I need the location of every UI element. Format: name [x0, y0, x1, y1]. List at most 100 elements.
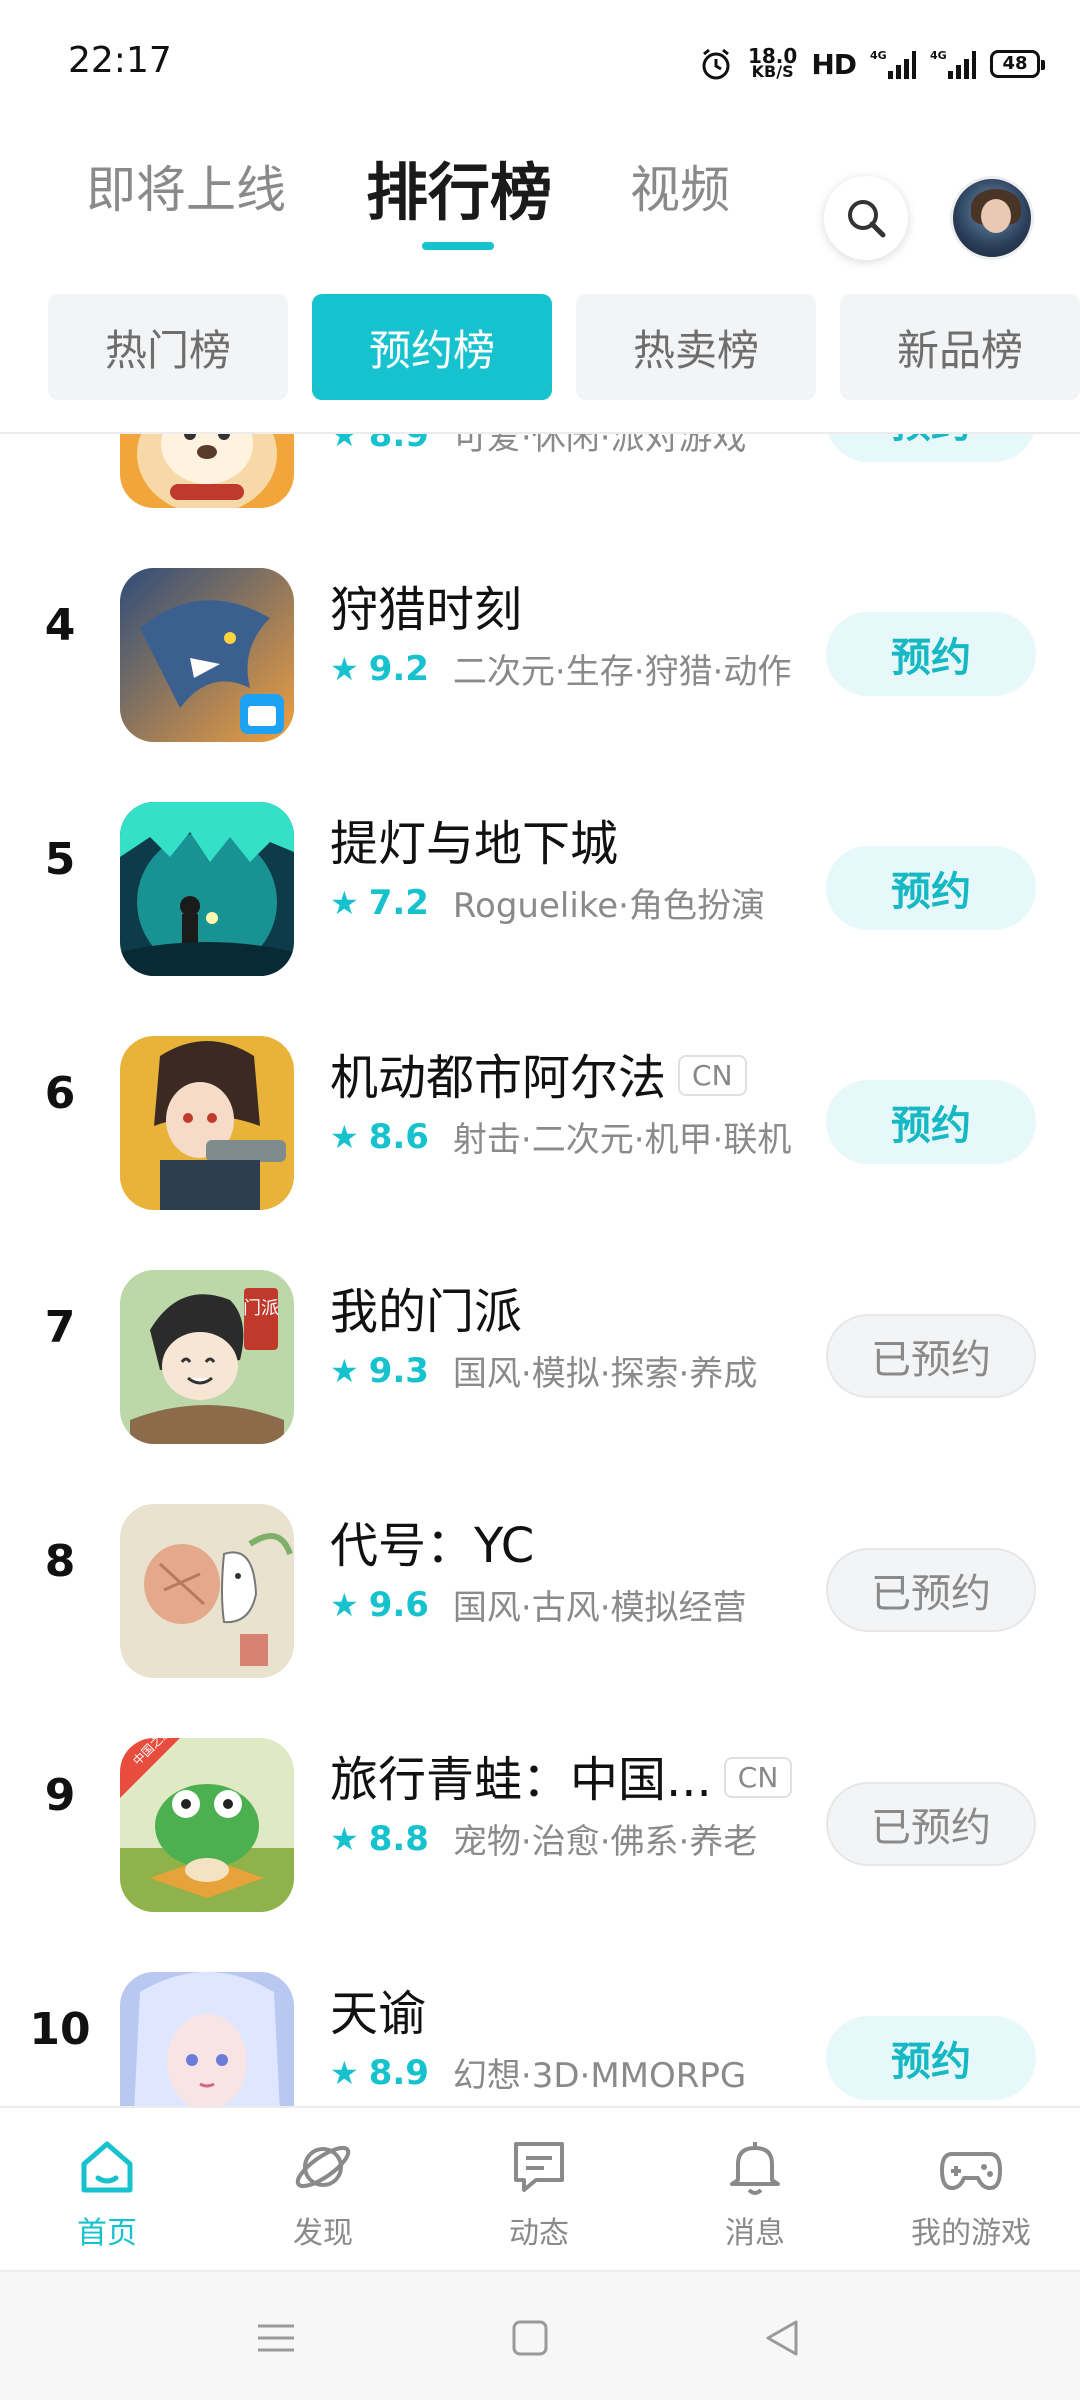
star-icon: ★: [330, 2053, 359, 2092]
game-icon: [120, 434, 294, 508]
game-score: 7.2: [368, 882, 429, 923]
game-meta: ★ 8.9 可爱·休闲·派对游戏: [330, 434, 747, 459]
user-avatar[interactable]: [950, 176, 1034, 260]
game-score: 8.9: [368, 2052, 429, 2093]
list-item[interactable]: 9 中国之旅 旅行青蛙：中国... CN ★ 8.8 宠物·治愈·佛系·养老 已预…: [0, 1678, 1080, 1912]
game-meta: ★ 9.6 国风·古风·模拟经营: [330, 1580, 747, 1629]
game-ranking-list[interactable]: 3 ★ 8.9 可爱·休闲·派对游戏 预约 4: [0, 434, 1080, 2106]
icon-text: 门派: [243, 1298, 279, 1319]
chat-icon: [514, 2142, 564, 2192]
game-icon: [120, 568, 294, 742]
alarm-icon: [702, 48, 730, 80]
game-tags: 可爱·休闲·派对游戏: [452, 434, 747, 458]
nav-discover[interactable]: 发现: [248, 2134, 398, 2252]
star-icon: ★: [330, 649, 359, 688]
rank-number: 8: [44, 1536, 76, 1587]
status-time: 22:17: [68, 40, 172, 81]
top-tab-bar: 即将上线 排行榜 视频: [0, 130, 1080, 270]
rank-number: 9: [44, 1770, 76, 1821]
chip-hot[interactable]: 热门榜: [48, 294, 288, 400]
ranking-type-tabs: 热门榜 预约榜 热卖榜 新品榜: [0, 292, 1080, 402]
network-speed: 18.0 KB/S: [747, 44, 798, 81]
list-item[interactable]: 5 提灯与地下城 ★ 7.2 Roguelike·角色扮演 预约: [0, 742, 1080, 976]
planet-icon: [295, 2145, 351, 2189]
system-navigation-bar: [0, 2270, 1080, 2400]
game-icon: 中国之旅: [120, 1738, 294, 1912]
game-name: 狩猎时刻: [330, 582, 523, 638]
game-meta: ★ 8.8 宠物·治愈·佛系·养老: [330, 1814, 757, 1863]
rank-number: 7: [44, 1302, 76, 1353]
game-score: 9.3: [368, 1350, 429, 1391]
chip-reservation[interactable]: 预约榜: [312, 294, 552, 400]
active-tab-indicator: [422, 242, 494, 250]
star-icon: ★: [330, 1351, 359, 1390]
chip-new[interactable]: 新品榜: [840, 294, 1080, 400]
back-icon[interactable]: [762, 2318, 802, 2358]
game-name: 提灯与地下城: [330, 816, 619, 872]
svg-text:4G: 4G: [870, 49, 887, 62]
rank-number: 6: [44, 1068, 76, 1119]
reserved-button[interactable]: 已预约: [826, 1314, 1036, 1398]
game-meta: ★ 8.6 射击·二次元·机甲·联机: [330, 1112, 791, 1161]
svg-text:4G: 4G: [930, 49, 947, 62]
tab-video[interactable]: 视频: [630, 150, 730, 222]
signal-4g-icon-2: 4G: [930, 49, 976, 79]
game-meta: ★ 9.3 国风·模拟·探索·养成: [330, 1346, 757, 1395]
rank-number: 5: [44, 834, 76, 885]
signal-4g-icon: 4G: [870, 49, 916, 79]
cn-tag: CN: [723, 1756, 793, 1798]
status-bar: 22:17 18.0 KB/S HD 4G 4G 48: [0, 0, 1080, 120]
hd-indicator: HD: [811, 47, 857, 81]
reserve-button[interactable]: 预约: [826, 2016, 1036, 2100]
tab-upcoming[interactable]: 即将上线: [86, 150, 286, 222]
bottom-navigation: 首页 发现 动态 消息 我的游戏: [0, 2106, 1080, 2270]
list-item[interactable]: 6 机动都市阿尔法 CN ★ 8.6 射击·二次元·机甲·联机 预约: [0, 976, 1080, 1210]
reserve-button[interactable]: 预约: [826, 612, 1036, 696]
game-tags: 幻想·3D·MMORPG: [452, 2056, 747, 2096]
tab-ranking[interactable]: 排行榜: [366, 142, 552, 232]
star-icon: ★: [330, 1117, 359, 1156]
chip-bestselling[interactable]: 热卖榜: [576, 294, 816, 400]
star-icon: ★: [330, 1819, 359, 1858]
game-tags: 国风·模拟·探索·养成: [452, 1354, 758, 1394]
menu-icon[interactable]: [254, 2318, 298, 2358]
reserved-button[interactable]: 已预约: [826, 1782, 1036, 1866]
game-name: 天谕: [330, 1986, 427, 2042]
nav-messages[interactable]: 消息: [680, 2134, 830, 2252]
game-tags: 二次元·生存·狩猎·动作: [452, 652, 792, 692]
game-score: 8.9: [368, 434, 429, 455]
game-name: 代号：YC: [330, 1518, 535, 1574]
game-tags: 射击·二次元·机甲·联机: [452, 1120, 792, 1160]
reserve-button[interactable]: 预约: [826, 846, 1036, 930]
game-icon: [120, 802, 294, 976]
star-icon: ★: [330, 434, 359, 454]
game-name: 我的门派: [330, 1284, 523, 1340]
list-item[interactable]: 7 门派 我的门派 ★ 9.3 国风·模拟·探索·养成 已预约: [0, 1210, 1080, 1444]
game-score: 8.8: [368, 1818, 429, 1859]
rank-number: 4: [44, 600, 76, 651]
nav-home[interactable]: 首页: [32, 2134, 182, 2252]
reserve-button[interactable]: 预约: [826, 434, 1036, 462]
game-name: 旅行青蛙：中国... CN: [330, 1740, 793, 1810]
list-item[interactable]: 8 代号：YC ★ 9.6 国风·古风·模拟经营 已预约: [0, 1444, 1080, 1678]
reserve-button[interactable]: 预约: [826, 1080, 1036, 1164]
list-item[interactable]: 3 ★ 8.9 可爱·休闲·派对游戏 预约: [0, 434, 1080, 508]
search-button[interactable]: [824, 176, 908, 260]
list-item[interactable]: 10 天谕 ★ 8.9 幻想·3D·MMORPG 预约: [0, 1912, 1080, 2106]
game-icon: [120, 1972, 294, 2106]
reserved-button[interactable]: 已预约: [826, 1548, 1036, 1632]
battery-icon: 48: [990, 50, 1045, 78]
game-name: 机动都市阿尔法 CN: [330, 1038, 747, 1108]
nav-my-games[interactable]: 我的游戏: [896, 2134, 1046, 2252]
game-icon: 门派: [120, 1270, 294, 1444]
game-meta: ★ 7.2 Roguelike·角色扮演: [330, 878, 765, 927]
game-icon: [120, 1504, 294, 1678]
nav-feed[interactable]: 动态: [464, 2134, 614, 2252]
game-score: 9.2: [368, 648, 429, 689]
cn-tag: CN: [678, 1054, 747, 1096]
home-square-icon[interactable]: [510, 2318, 550, 2358]
game-icon: [120, 1036, 294, 1210]
search-icon: [848, 200, 886, 238]
list-item[interactable]: 4 狩猎时刻 ★ 9.2 二次元·生存·狩猎·动作 预约: [0, 508, 1080, 742]
rank-number: 10: [29, 2004, 91, 2055]
